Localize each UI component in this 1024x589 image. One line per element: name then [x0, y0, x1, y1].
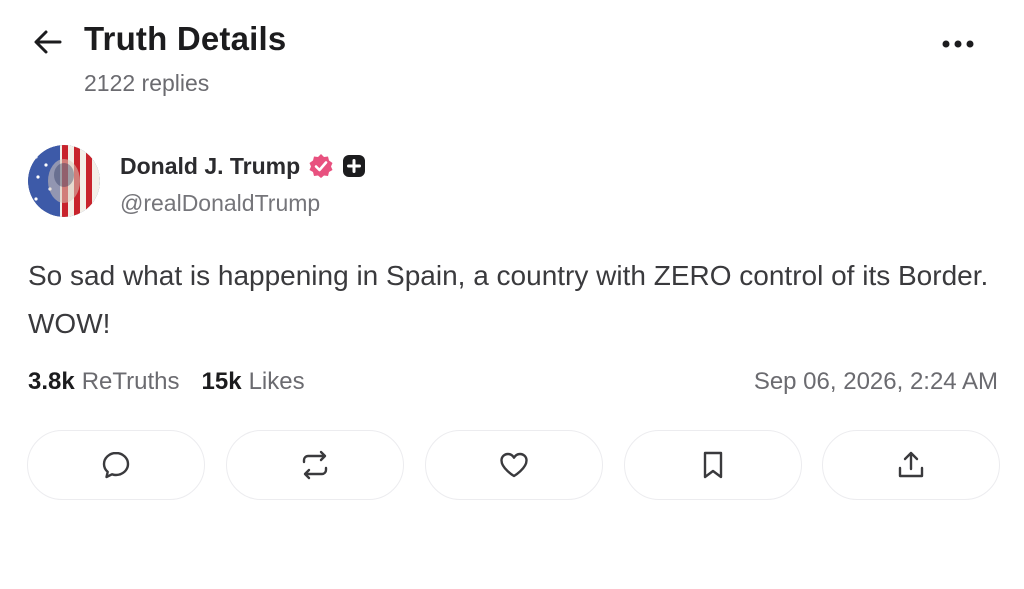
post-timestamp: Sep 06, 2026, 2:24 AM	[753, 368, 998, 395]
retruths-count: 3.8k	[28, 368, 75, 395]
share-button[interactable]	[822, 430, 1000, 500]
heart-icon	[500, 452, 528, 478]
plus-badge-icon	[342, 154, 366, 178]
avatar-image	[28, 145, 100, 217]
header: Truth Details 2122 replies	[0, 0, 1024, 110]
like-button[interactable]	[425, 430, 603, 500]
reply-button[interactable]	[27, 430, 205, 500]
bookmark-icon	[703, 451, 723, 479]
back-button[interactable]	[28, 24, 68, 60]
post-stats: 3.8k ReTruths 15k Likes	[28, 364, 305, 400]
retruths-stat[interactable]: 3.8k ReTruths	[28, 368, 180, 396]
more-horizontal-icon	[942, 40, 974, 48]
likes-count: 15k	[201, 368, 242, 395]
author-name[interactable]: Donald J. Trump	[120, 153, 300, 180]
post-text: So sad what is happening in Spain, a cou…	[28, 260, 989, 339]
likes-stat[interactable]: 15k Likes	[202, 368, 305, 396]
repost-icon	[302, 450, 328, 480]
verified-badge-icon	[308, 153, 334, 179]
more-options-button[interactable]	[934, 28, 982, 60]
bookmark-button[interactable]	[624, 430, 802, 500]
reply-count: 2122 replies	[84, 70, 210, 96]
retruths-label: ReTruths	[81, 368, 180, 395]
arrow-left-icon	[34, 30, 62, 54]
avatar[interactable]	[28, 145, 100, 217]
author-row: Donald J. Trump	[120, 150, 366, 182]
share-icon	[898, 451, 924, 478]
likes-label: Likes	[248, 368, 305, 395]
action-bar	[27, 430, 1000, 502]
retruth-button[interactable]	[226, 430, 404, 500]
page-title: Truth Details	[84, 20, 287, 57]
comment-icon	[102, 451, 130, 479]
author-handle[interactable]: @realDonaldTrump	[120, 190, 320, 217]
